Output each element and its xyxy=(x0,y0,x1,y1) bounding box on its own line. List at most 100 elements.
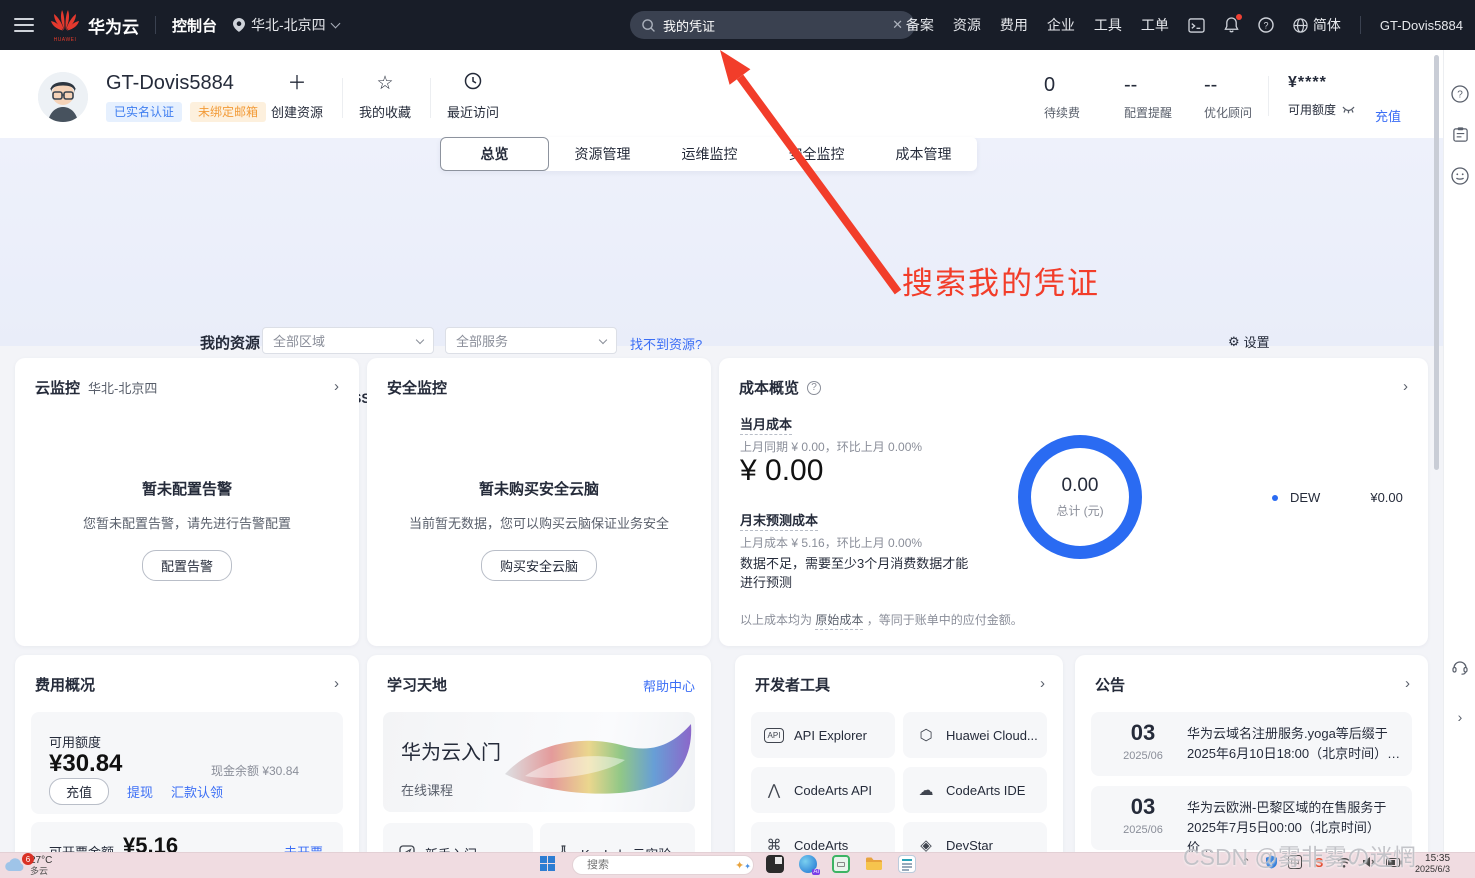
donut-total-label: 总计 (元) xyxy=(1056,502,1103,519)
survey-clipboard-icon[interactable] xyxy=(1451,125,1469,143)
gear-icon: ⚙ xyxy=(1228,334,1240,350)
taskbar-clock[interactable]: 15:35 2025/6/3 xyxy=(1415,853,1450,874)
taskbar-search-input[interactable] xyxy=(587,859,729,871)
stat-optimization[interactable]: -- 优化顾问 xyxy=(1204,74,1284,121)
collapse-chevron-icon[interactable]: › xyxy=(1451,708,1469,726)
tray-wifi-icon[interactable] xyxy=(1336,854,1352,870)
remittance-claim-link[interactable]: 汇款认领 xyxy=(171,782,223,801)
tray-security-shield-icon[interactable] xyxy=(1263,854,1279,870)
tray-expand-chevron[interactable]: ⌃ xyxy=(1238,854,1254,870)
stat-config-reminder[interactable]: -- 配置提醒 xyxy=(1124,74,1204,121)
nav-link-billing[interactable]: 费用 xyxy=(1000,15,1028,35)
help-circle-icon[interactable]: ? xyxy=(1451,85,1469,103)
tray-battery-icon[interactable] xyxy=(1386,854,1402,870)
help-circle-icon[interactable]: ? xyxy=(807,381,821,395)
service-filter-dropdown[interactable]: 全部服务 xyxy=(445,327,617,354)
windows-start-button[interactable] xyxy=(540,856,555,871)
legend-value: ¥0.00 xyxy=(1370,490,1403,505)
globe-icon xyxy=(1293,18,1308,33)
support-headset-icon[interactable] xyxy=(1451,658,1469,676)
tab-resource-mgmt[interactable]: 资源管理 xyxy=(549,137,656,171)
region-selector[interactable]: 华北-北京四 xyxy=(233,15,339,35)
nav-link-tools[interactable]: 工具 xyxy=(1094,15,1122,35)
verified-badge[interactable]: 已实名认证 xyxy=(106,102,182,122)
chevron-right-icon[interactable]: › xyxy=(334,675,339,692)
banner-title: 华为云入门 xyxy=(401,736,501,765)
hide-balance-icon[interactable] xyxy=(1342,106,1355,114)
taskbar-weather-widget[interactable]: 6 27°C 多云 xyxy=(4,853,52,876)
cube-icon: ⬡ xyxy=(916,726,936,744)
taskbar-app-folder[interactable] xyxy=(865,855,883,873)
create-resource-button[interactable]: ＋ 创建资源 xyxy=(255,72,339,121)
clock-icon xyxy=(431,72,515,98)
api-icon: API xyxy=(764,728,784,743)
clear-search-icon[interactable]: ✕ xyxy=(892,17,903,33)
language-selector[interactable]: 简体 xyxy=(1293,15,1341,35)
nav-link-beian[interactable]: 备案 xyxy=(906,15,934,35)
nav-link-enterprise[interactable]: 企业 xyxy=(1047,15,1075,35)
chevron-right-icon[interactable]: › xyxy=(334,378,339,395)
notifications-bell-icon[interactable] xyxy=(1224,17,1239,33)
taskbar-app-edge[interactable]: AI xyxy=(799,855,817,873)
taskbar-search[interactable]: ✦✦ xyxy=(572,855,754,875)
resource-not-found-link[interactable]: 找不到资源? xyxy=(630,334,702,353)
taskbar-app-dark[interactable] xyxy=(766,855,784,873)
withdraw-link[interactable]: 提现 xyxy=(127,782,153,801)
chevron-right-icon[interactable]: › xyxy=(1403,378,1408,395)
buy-secmaster-button[interactable]: 购买安全云脑 xyxy=(481,550,597,581)
current-month-cost-label[interactable]: 当月成本 xyxy=(740,417,792,435)
tray-ime-icon[interactable]: 中 xyxy=(1288,855,1302,869)
taskbar-app-notepad[interactable] xyxy=(898,855,916,873)
chevron-right-icon[interactable]: › xyxy=(1405,675,1410,692)
tray-sogou-icon[interactable]: S xyxy=(1311,854,1327,870)
forecast-cost-label[interactable]: 月末预测成本 xyxy=(740,513,818,531)
recharge-button[interactable]: 充值 xyxy=(49,778,109,805)
region-filter-dropdown[interactable]: 全部区域 xyxy=(262,327,434,354)
announcements-card: 公告 › 03 2025/06 华为云域名注册服务.yoga等后缀于 2025年… xyxy=(1075,655,1428,878)
help-icon[interactable]: ? xyxy=(1258,17,1274,33)
recharge-link[interactable]: 充值 xyxy=(1375,106,1401,125)
hamburger-menu-icon[interactable] xyxy=(14,18,34,32)
time: 15:35 xyxy=(1415,853,1450,864)
announcement-item[interactable]: 03 2025/06 华为云域名注册服务.yoga等后缀于 2025年6月10日… xyxy=(1091,712,1412,776)
tool-api-explorer[interactable]: API API Explorer xyxy=(751,712,895,758)
account-menu[interactable]: GT-Dovis5884 xyxy=(1380,18,1463,33)
donut-legend[interactable]: DEW ¥0.00 xyxy=(1272,490,1403,505)
cli-terminal-icon[interactable] xyxy=(1188,18,1205,33)
global-search[interactable]: ✕ xyxy=(630,11,915,39)
getting-started-banner[interactable]: 华为云入门 在线课程 xyxy=(383,712,695,812)
favorites-button[interactable]: ☆ 我的收藏 xyxy=(343,72,427,121)
console-link[interactable]: 控制台 xyxy=(172,15,217,36)
original-cost-term[interactable]: 原始成本 xyxy=(815,613,863,630)
cloud-monitor-region: 华北-北京四 xyxy=(88,378,157,397)
scrollbar[interactable] xyxy=(1434,55,1439,470)
tab-security-monitor[interactable]: 安全监控 xyxy=(763,137,870,171)
huawei-flower-icon xyxy=(50,8,80,32)
chevron-right-icon[interactable]: › xyxy=(1040,675,1045,692)
right-toolbar: ? › xyxy=(1443,50,1475,878)
nav-link-tickets[interactable]: 工单 xyxy=(1141,15,1169,35)
tray-volume-muted-icon[interactable] xyxy=(1361,854,1377,870)
huawei-logo[interactable]: HUAWEI 华为云 xyxy=(50,8,139,43)
search-input[interactable] xyxy=(663,18,884,33)
tool-codearts-api[interactable]: ⋀ CodeArts API xyxy=(751,767,895,813)
tool-codearts-ide[interactable]: ☁ CodeArts IDE xyxy=(903,767,1047,813)
donut-total: 0.00 xyxy=(1062,475,1099,497)
divider xyxy=(1360,16,1361,34)
resource-settings-button[interactable]: ⚙ 设置 xyxy=(1228,332,1270,351)
help-center-link[interactable]: 帮助中心 xyxy=(643,676,695,695)
tab-cost-mgmt[interactable]: 成本管理 xyxy=(870,137,977,171)
taskbar-app-snip[interactable] xyxy=(832,855,850,873)
tool-huawei-cloud-cli[interactable]: ⬡ Huawei Cloud... xyxy=(903,712,1047,758)
recent-visits-button[interactable]: 最近访问 xyxy=(431,72,515,121)
stat-renewal[interactable]: 0 待续费 xyxy=(1044,74,1124,121)
announcement-item[interactable]: 03 2025/06 华为云欧洲-巴黎区域的在售服务于 2025年7月5日00:… xyxy=(1091,786,1412,850)
configure-alarm-button[interactable]: 配置告警 xyxy=(142,550,232,581)
avatar[interactable] xyxy=(38,72,88,122)
nav-link-resources[interactable]: 资源 xyxy=(953,15,981,35)
feedback-smiley-icon[interactable] xyxy=(1451,167,1469,185)
tab-overview[interactable]: 总览 xyxy=(440,137,549,171)
notification-dot xyxy=(1236,14,1242,20)
svg-text:?: ? xyxy=(1457,90,1463,101)
tab-ops-monitor[interactable]: 运维监控 xyxy=(656,137,763,171)
